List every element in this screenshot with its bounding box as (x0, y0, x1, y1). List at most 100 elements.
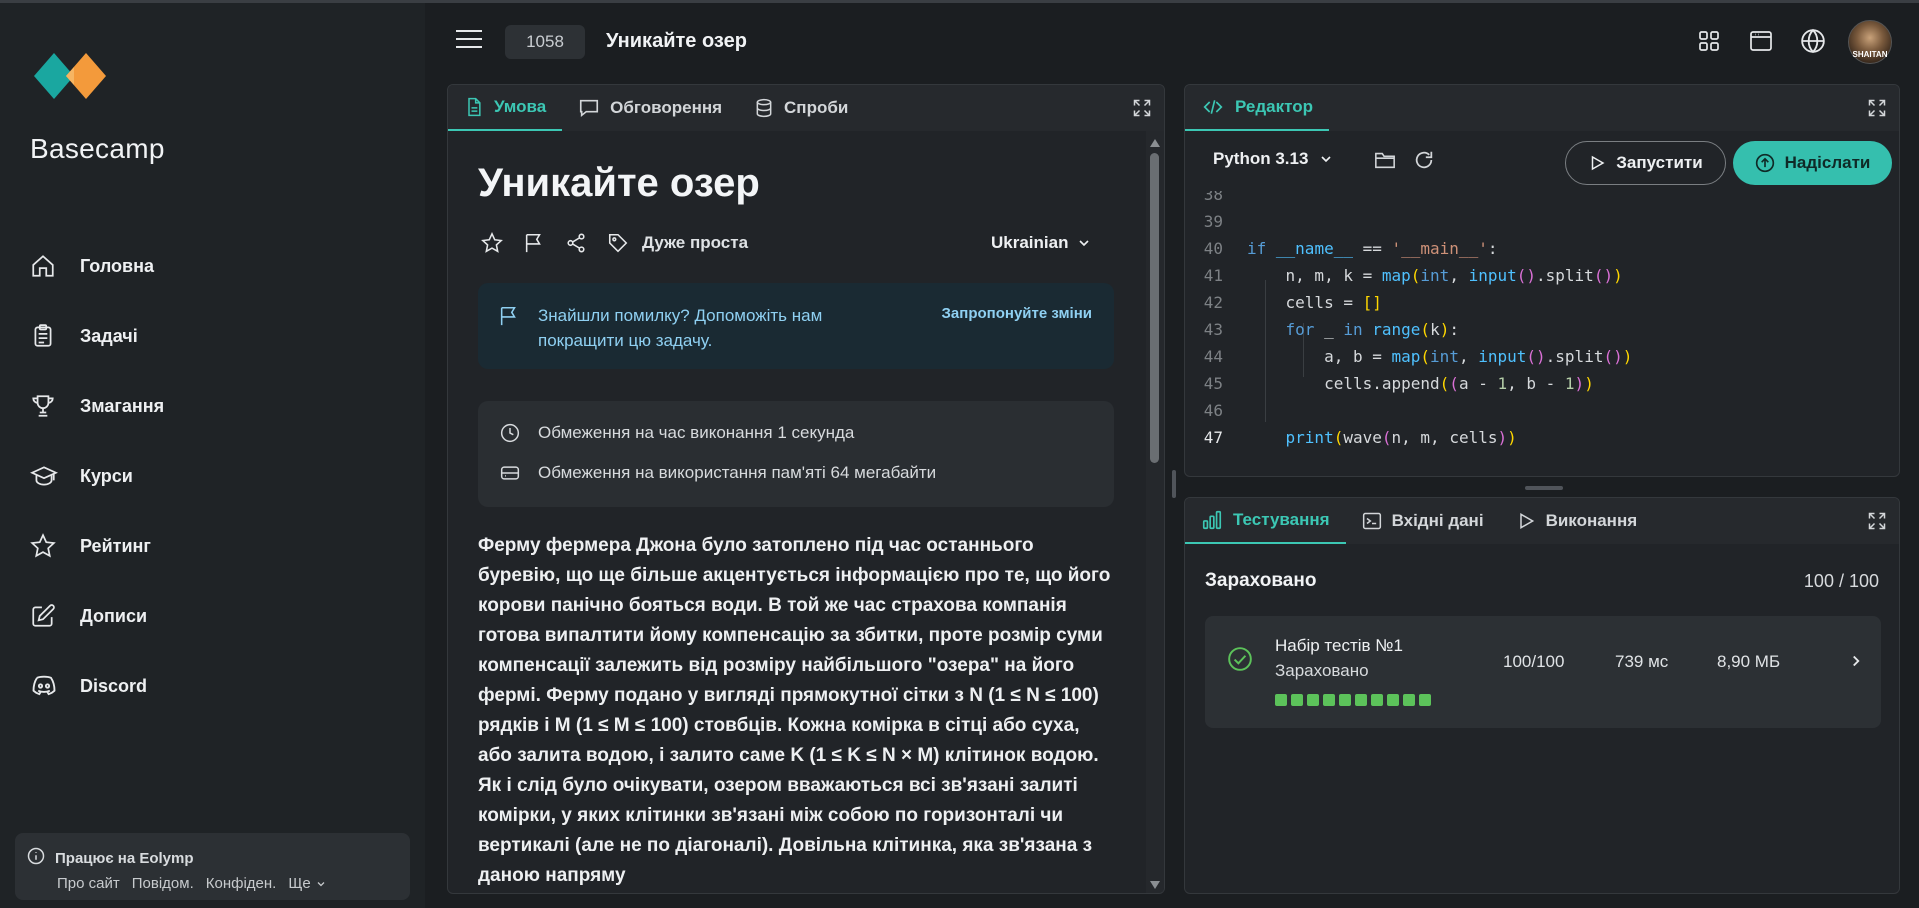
globe-icon[interactable] (1798, 26, 1828, 56)
tab-statement[interactable]: Умова (448, 85, 563, 131)
test-passed-indicator (1355, 694, 1367, 706)
line-number: 47 (1203, 428, 1223, 447)
tab-editor[interactable]: Редактор (1185, 85, 1329, 131)
test-passed-indicator (1291, 694, 1303, 706)
tag-icon[interactable] (606, 231, 630, 255)
chevron-down-icon (1079, 240, 1090, 247)
code-line: 44 a, b = map(int, input().split()) (1185, 343, 1633, 370)
sidebar-item-label: Дописи (80, 605, 148, 626)
code-icon (1201, 97, 1225, 117)
discord-icon (30, 671, 70, 701)
tab-input-data[interactable]: Вхідні дані (1346, 498, 1500, 544)
testing-tabbar: Тестування Вхідні дані Виконання (1185, 498, 1899, 544)
tab-label: Обговорення (610, 98, 723, 117)
footer-links: Про сайт Повідом. Конфіден. Ще (57, 875, 327, 892)
chevron-right-icon[interactable] (1847, 652, 1865, 675)
chevron-down-icon (317, 881, 325, 886)
test-passed-indicator (1339, 694, 1351, 706)
tab-label: Тестування (1233, 510, 1330, 529)
language-value: Python 3.13 (1213, 149, 1309, 168)
footer-link-report[interactable]: Повідом. (132, 875, 194, 892)
tab-label: Умова (494, 97, 547, 116)
user-avatar[interactable]: SHAITAN (1848, 20, 1892, 64)
editor-panel: Редактор Python 3.13 Запустити Надіслати (1184, 84, 1900, 477)
folder-icon[interactable] (1373, 149, 1397, 176)
expand-icon[interactable] (1867, 511, 1887, 531)
run-button-label: Запустити (1616, 153, 1703, 172)
code-line: 39 (1185, 208, 1247, 235)
total-score: 100 / 100 (1803, 571, 1879, 591)
sidebar-item-rating[interactable]: Рейтинг (30, 511, 164, 581)
browser-window-icon[interactable] (1746, 26, 1776, 56)
footer-link-more[interactable]: Ще (288, 875, 326, 892)
horizontal-split-handle[interactable] (1525, 486, 1563, 490)
tab-attempts[interactable]: Спроби (738, 85, 864, 131)
line-source: a, b = map(int, input().split()) (1247, 347, 1633, 366)
refresh-icon[interactable] (1413, 149, 1435, 176)
basecamp-logo-icon[interactable] (30, 45, 110, 107)
line-number: 45 (1203, 374, 1223, 393)
hamburger-menu-button[interactable] (456, 30, 482, 52)
code-line: 43 for _ in range(k): (1185, 316, 1459, 343)
memory-limit-text: Обмеження на використання пам'яті 64 мег… (538, 463, 937, 482)
sidebar-item-courses[interactable]: Курси (30, 441, 164, 511)
footer-link-more-label: Ще (288, 875, 311, 892)
play-icon (1592, 155, 1605, 171)
apps-grid-icon[interactable] (1694, 26, 1724, 56)
sidebar-item-contests[interactable]: Змагання (30, 371, 164, 441)
vertical-split-handle[interactable] (1172, 470, 1176, 498)
line-number: 42 (1203, 293, 1223, 312)
sidebar-footer: Працює на Eolymp Про сайт Повідом. Конфі… (15, 833, 410, 900)
scroll-down-arrow-icon[interactable] (1150, 881, 1160, 889)
chevron-down-icon (1321, 156, 1332, 163)
star-icon[interactable] (480, 231, 504, 255)
sidebar-item-problems[interactable]: Задачі (30, 301, 164, 371)
suggest-changes-link[interactable]: Запропонуйте зміни (942, 305, 1092, 322)
brand-name[interactable]: Basecamp (30, 133, 165, 165)
test-results-dots (1275, 694, 1431, 706)
scroll-up-arrow-icon[interactable] (1150, 139, 1160, 147)
share-icon[interactable] (564, 231, 588, 255)
line-source: cells = [] (1247, 293, 1382, 312)
verdict-status: Зараховано (1205, 570, 1317, 591)
powered-by: Працює на Eolymp (27, 847, 194, 869)
sidebar-item-discord[interactable]: Discord (30, 651, 164, 721)
problem-scrollbar[interactable] (1146, 131, 1164, 893)
line-number: 40 (1203, 239, 1223, 258)
expand-icon[interactable] (1132, 98, 1152, 118)
run-button[interactable]: Запустити (1565, 141, 1726, 185)
chat-bubble-icon (578, 97, 600, 119)
language-select[interactable]: Ukrainian (991, 233, 1092, 253)
sidebar-item-home[interactable]: Головна (30, 231, 164, 301)
line-source: if __name__ == '__main__': (1247, 239, 1498, 258)
footer-link-privacy[interactable]: Конфіден. (206, 875, 277, 892)
expand-icon[interactable] (1867, 98, 1887, 118)
tab-execution[interactable]: Виконання (1500, 498, 1654, 544)
tab-testing[interactable]: Тестування (1185, 498, 1346, 544)
sidebar-item-label: Задачі (80, 325, 138, 346)
language-select[interactable]: Python 3.13 (1213, 149, 1334, 169)
submit-button[interactable]: Надіслати (1733, 141, 1892, 185)
limits-card: Обмеження на час виконання 1 секунда Обм… (478, 401, 1114, 507)
memory-icon (500, 463, 538, 483)
submit-button-label: Надіслати (1784, 153, 1871, 172)
info-icon (27, 847, 45, 869)
tab-discussion[interactable]: Обговорення (562, 85, 738, 131)
test-set-memory: 8,90 МБ (1717, 652, 1781, 671)
code-line: 41 n, m, k = map(int, input().split()) (1185, 262, 1623, 289)
sidebar-item-label: Головна (80, 255, 154, 276)
line-source: for _ in range(k): (1285, 320, 1459, 339)
test-set-status: Зараховано (1275, 661, 1369, 680)
scrollbar-thumb[interactable] (1150, 153, 1159, 463)
test-set-card[interactable]: Набір тестів №1 Зараховано 100/100 739 м… (1205, 616, 1881, 728)
sidebar-item-label: Рейтинг (80, 535, 151, 556)
language-value: Ukrainian (991, 233, 1069, 252)
test-set-score: 100/100 (1503, 652, 1565, 671)
edit-icon (30, 601, 70, 631)
flag-icon[interactable] (522, 231, 546, 255)
sidebar-item-posts[interactable]: Дописи (30, 581, 164, 651)
line-number: 44 (1203, 347, 1223, 366)
code-editor[interactable]: 38 39 40 if __name__ == '__main__': 41 n… (1185, 191, 1899, 476)
footer-link-about[interactable]: Про сайт (57, 875, 120, 892)
line-source: n, m, k = map(int, input().split()) (1247, 266, 1623, 285)
